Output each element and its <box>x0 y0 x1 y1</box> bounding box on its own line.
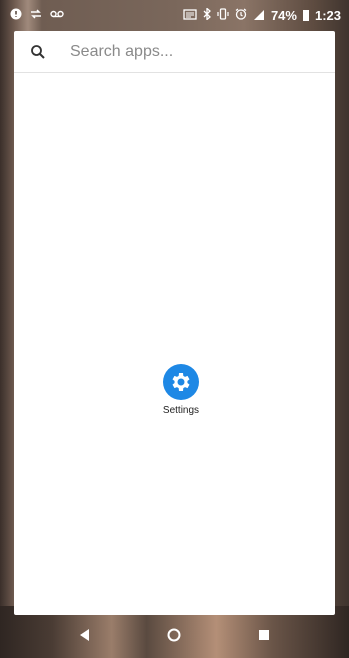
cast-icon <box>183 8 197 22</box>
recents-button[interactable] <box>249 620 279 650</box>
status-bar: 74% 1:23 <box>0 0 349 30</box>
recents-icon <box>259 630 270 640</box>
search-icon <box>30 44 46 60</box>
vibrate-icon <box>217 8 229 22</box>
signal-icon <box>253 9 265 22</box>
voicemail-icon <box>50 9 64 21</box>
bluetooth-icon <box>203 7 211 22</box>
search-bar[interactable] <box>14 31 335 73</box>
back-icon <box>79 629 89 641</box>
app-label: Settings <box>162 405 200 416</box>
search-input[interactable] <box>68 41 272 62</box>
circle-badge-icon <box>10 8 22 22</box>
gear-icon <box>163 364 199 400</box>
home-icon <box>167 628 181 642</box>
status-bar-right: 74% 1:23 <box>183 7 341 23</box>
nav-bar <box>0 612 349 658</box>
sync-arrows-icon <box>30 8 42 22</box>
battery-icon <box>302 9 309 21</box>
app-settings[interactable]: Settings <box>155 364 207 416</box>
home-button[interactable] <box>159 620 189 650</box>
alarm-icon <box>235 8 247 22</box>
app-drawer: Settings <box>14 31 335 615</box>
battery-percent: 74% <box>270 7 297 23</box>
status-bar-left <box>10 8 64 22</box>
back-button[interactable] <box>70 620 100 650</box>
clock: 1:23 <box>314 7 341 23</box>
